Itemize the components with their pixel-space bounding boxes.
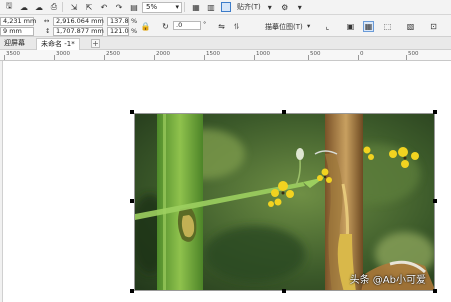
selection-handle-left[interactable] xyxy=(130,199,134,203)
property-bar: 4,231 mm 9 mm ↔ ↕ 2,916.064 mm 1,707.877… xyxy=(0,15,451,37)
ruler-tick xyxy=(54,55,55,60)
rotation-angle-field[interactable]: .0 xyxy=(173,21,201,30)
chevron-down-icon[interactable]: ▾ xyxy=(294,2,306,13)
height-field[interactable]: 1,707.877 mm xyxy=(53,27,104,36)
ruler-label: 2000 xyxy=(156,51,170,57)
ruler-tick xyxy=(358,55,359,60)
settings-icon[interactable]: ⚙ xyxy=(279,2,291,13)
snap-icon[interactable]: ▥ xyxy=(205,2,217,13)
add-tab-icon[interactable]: + xyxy=(91,39,100,48)
redo-icon[interactable]: ↷ xyxy=(113,2,125,13)
cloud-download-icon[interactable]: ☁ xyxy=(18,2,30,13)
trace-bitmap-button[interactable]: 描摹位图(T) xyxy=(265,22,303,32)
plant-photo xyxy=(135,114,434,290)
selection-handle-top[interactable] xyxy=(282,110,286,114)
rotate-icon: ↻ xyxy=(162,22,169,31)
watermark-text: 头条 @Ab小可爱 xyxy=(349,275,426,286)
document-tabs: 迎屏幕 未命名 -1* + xyxy=(0,37,451,50)
resample-icon[interactable]: ▦ xyxy=(363,21,374,32)
standard-toolbar: 🖫 ☁ ☁ ⎙ ⇲ ⇱ ↶ ↷ ▤ 5% ▦ ▥ 贴齐(T) ▾ ⚙ ▾ xyxy=(0,0,451,15)
import-icon[interactable]: ⇲ xyxy=(68,2,80,13)
ruler-tick xyxy=(204,55,205,60)
mirror-horizontal-icon[interactable]: ⇋ xyxy=(216,21,227,32)
selected-bitmap-image[interactable]: 头条 @Ab小可爱 xyxy=(134,113,435,291)
toolbar-divider xyxy=(184,2,185,12)
degree-unit-label: ° xyxy=(203,20,207,28)
export-icon[interactable]: ⇱ xyxy=(83,2,95,13)
ruler-tick xyxy=(406,55,407,60)
ruler-label: 3000 xyxy=(56,51,70,57)
ruler-tick xyxy=(308,55,309,60)
wireframe-icon[interactable] xyxy=(221,2,231,12)
horizontal-ruler[interactable]: 3500 3000 2500 2000 1500 1000 500 0 500 xyxy=(0,50,451,61)
selection-handle-top-left[interactable] xyxy=(130,110,134,114)
cloud-upload-icon[interactable]: ☁ xyxy=(33,2,45,13)
selection-handle-bottom-left[interactable] xyxy=(130,289,134,293)
save-icon[interactable]: 🖫 xyxy=(3,1,15,13)
bitmap-color-icon[interactable]: ▧ xyxy=(405,21,416,32)
tab-untitled-document[interactable]: 未命名 -1* xyxy=(36,38,80,50)
width-field[interactable]: 2,916.064 mm xyxy=(53,17,104,26)
height-icon: ↕ xyxy=(45,27,51,35)
zoom-level-dropdown[interactable]: 5% xyxy=(142,1,182,13)
undo-icon[interactable]: ↶ xyxy=(98,2,110,13)
lock-ratio-icon[interactable]: 🔒 xyxy=(140,21,151,32)
tab-welcome-screen[interactable]: 迎屏幕 xyxy=(0,38,29,50)
chevron-down-icon[interactable]: ▾ xyxy=(307,22,310,30)
scale-x-field[interactable]: 137.8 xyxy=(107,17,129,26)
ruler-label: 3500 xyxy=(6,51,20,57)
selection-handle-bottom-right[interactable] xyxy=(433,289,437,293)
chevron-down-icon[interactable]: ▾ xyxy=(264,2,276,13)
ruler-label: 500 xyxy=(408,51,419,57)
selection-handle-bottom[interactable] xyxy=(282,289,286,293)
snap-to-dropdown[interactable]: 贴齐(T) xyxy=(237,2,261,13)
ruler-label: 1000 xyxy=(256,51,270,57)
publish-pdf-icon[interactable]: ▤ xyxy=(128,2,140,13)
percent-unit-label: % xyxy=(131,27,138,35)
fullscreen-icon[interactable]: ▦ xyxy=(190,2,202,13)
ruler-tick xyxy=(4,55,5,60)
crop-bitmap-icon[interactable]: ⌞ xyxy=(322,21,333,32)
y-position-field[interactable]: 9 mm xyxy=(0,27,34,36)
percent-unit-label: % xyxy=(131,17,138,25)
edit-bitmap-icon[interactable]: ▣ xyxy=(345,21,356,32)
selection-handle-top-right[interactable] xyxy=(433,110,437,114)
bitmap-mask-icon[interactable]: ⬚ xyxy=(382,21,393,32)
ruler-tick xyxy=(154,55,155,60)
scale-y-field[interactable]: 121.0 xyxy=(107,27,129,36)
selection-handle-right[interactable] xyxy=(433,199,437,203)
mirror-vertical-icon[interactable]: ⥮ xyxy=(231,21,242,32)
ruler-label: 0 xyxy=(360,51,364,57)
ruler-label: 500 xyxy=(310,51,321,57)
ruler-label: 1500 xyxy=(206,51,220,57)
quick-customize-icon[interactable]: ⊡ xyxy=(428,21,439,32)
ruler-tick xyxy=(254,55,255,60)
vertical-ruler[interactable] xyxy=(0,61,3,302)
print-icon[interactable]: ⎙ xyxy=(48,2,60,13)
toolbar-divider xyxy=(62,2,63,12)
ruler-label: 2500 xyxy=(106,51,120,57)
ruler-tick xyxy=(104,55,105,60)
width-icon: ↔ xyxy=(44,17,50,25)
x-position-field[interactable]: 4,231 mm xyxy=(0,17,36,26)
